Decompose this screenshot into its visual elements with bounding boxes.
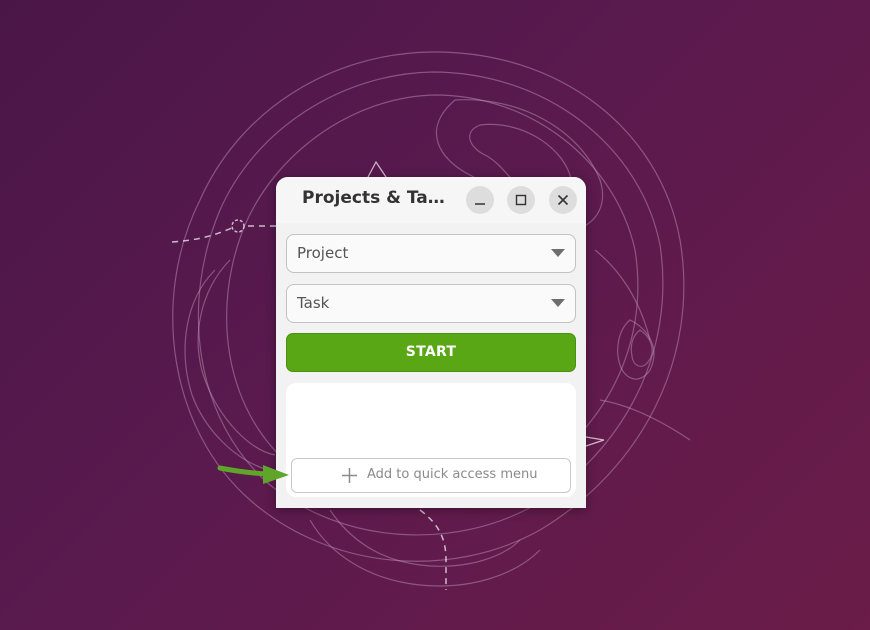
start-button[interactable]: START: [286, 333, 576, 372]
maximize-icon: [515, 194, 527, 206]
green-arrow-icon: [217, 465, 289, 484]
dropdown-arrow-icon: [551, 299, 565, 307]
close-icon: [557, 194, 569, 206]
project-select-label: Project: [297, 244, 349, 262]
start-button-label: START: [405, 344, 457, 360]
maximize-button[interactable]: [507, 186, 535, 214]
add-to-quick-access-button[interactable]: Add to quick access menu: [291, 458, 571, 493]
project-select[interactable]: Project: [286, 234, 576, 273]
window-titlebar[interactable]: Projects & Ta…: [276, 177, 586, 223]
add-to-quick-access-label: Add to quick access menu: [367, 467, 538, 482]
quick-access-panel: Add to quick access menu: [286, 383, 576, 497]
task-select[interactable]: Task: [286, 284, 576, 323]
window-title: Projects & Ta…: [302, 188, 445, 208]
minimize-button[interactable]: [466, 186, 494, 214]
dropdown-arrow-icon: [551, 249, 565, 257]
plus-icon: [342, 468, 357, 483]
projects-tasks-window: Projects & Ta… Project Task START Add to…: [276, 177, 586, 508]
task-select-label: Task: [297, 294, 330, 312]
minimize-icon: [475, 203, 485, 205]
close-button[interactable]: [549, 186, 577, 214]
